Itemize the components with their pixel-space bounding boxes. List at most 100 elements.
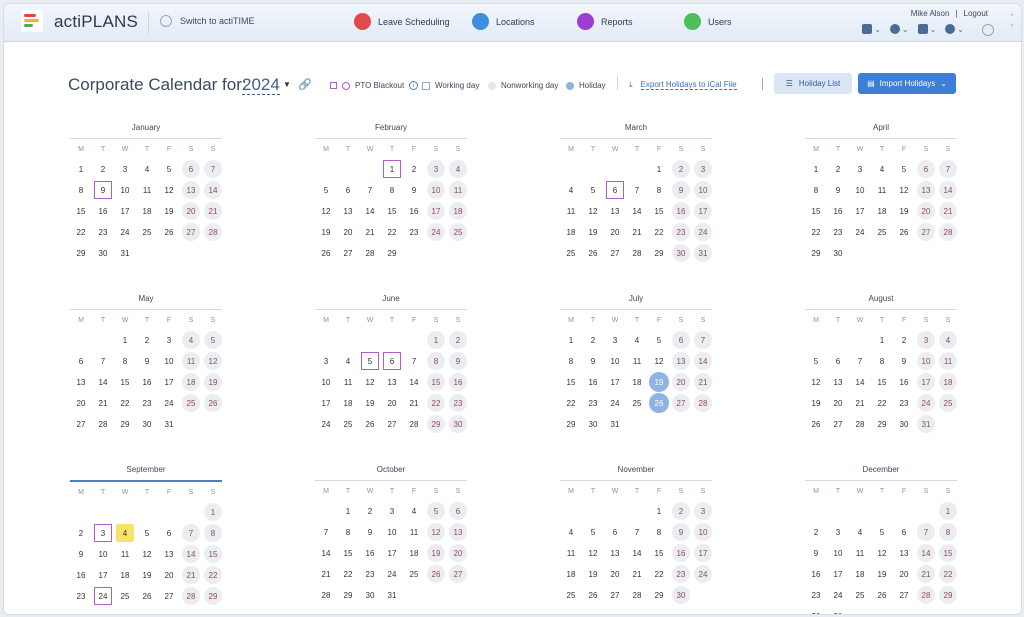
day-cell[interactable]: 8 (648, 522, 670, 543)
day-cell[interactable]: 28 (92, 414, 114, 435)
day-cell[interactable]: 6 (158, 523, 180, 544)
day-cell[interactable]: 10 (692, 180, 714, 201)
day-cell[interactable]: 4 (114, 523, 136, 544)
day-cell[interactable]: 25 (136, 222, 158, 243)
day-cell[interactable]: 15 (70, 201, 92, 222)
day-cell[interactable]: 24 (692, 564, 714, 585)
day-cell[interactable]: 23 (403, 222, 425, 243)
day-cell[interactable]: 14 (626, 543, 648, 564)
day-cell[interactable]: 18 (114, 565, 136, 586)
day-cell[interactable]: 27 (915, 222, 937, 243)
day-cell[interactable]: 17 (158, 372, 180, 393)
day-cell[interactable]: 12 (202, 351, 224, 372)
day-cell[interactable]: 10 (604, 351, 626, 372)
calendar-menu-icon[interactable]: ⌄ (862, 24, 881, 34)
day-cell[interactable]: 19 (582, 564, 604, 585)
day-cell[interactable]: 15 (425, 372, 447, 393)
day-cell[interactable]: 17 (604, 372, 626, 393)
help-icon[interactable]: ⌄ (945, 24, 964, 34)
day-cell[interactable]: 17 (915, 372, 937, 393)
scroll-arrows-icon[interactable]: ⌃ ⌄ (1009, 14, 1015, 28)
day-cell[interactable]: 27 (381, 414, 403, 435)
day-cell[interactable]: 8 (805, 180, 827, 201)
day-cell[interactable]: 23 (582, 393, 604, 414)
day-cell[interactable]: 10 (315, 372, 337, 393)
day-cell[interactable]: 9 (827, 180, 849, 201)
day-cell[interactable]: 12 (893, 180, 915, 201)
day-cell[interactable]: 22 (425, 393, 447, 414)
day-cell[interactable]: 24 (827, 585, 849, 606)
day-cell[interactable]: 2 (582, 330, 604, 351)
day-cell[interactable]: 17 (425, 201, 447, 222)
day-cell[interactable]: 19 (315, 222, 337, 243)
day-cell[interactable]: 11 (337, 372, 359, 393)
day-cell[interactable]: 18 (447, 201, 469, 222)
day-cell[interactable]: 6 (604, 180, 626, 201)
day-cell[interactable]: 12 (805, 372, 827, 393)
day-cell[interactable]: 14 (180, 544, 202, 565)
day-cell[interactable]: 8 (425, 351, 447, 372)
day-cell[interactable]: 30 (582, 414, 604, 435)
day-cell[interactable]: 19 (805, 393, 827, 414)
day-cell[interactable]: 17 (827, 564, 849, 585)
day-cell[interactable]: 10 (92, 544, 114, 565)
day-cell[interactable]: 21 (315, 564, 337, 585)
day-cell[interactable]: 5 (359, 351, 381, 372)
day-cell[interactable]: 19 (893, 201, 915, 222)
day-cell[interactable]: 18 (560, 564, 582, 585)
day-cell[interactable]: 25 (403, 564, 425, 585)
day-cell[interactable]: 29 (337, 585, 359, 606)
day-cell[interactable]: 22 (937, 564, 959, 585)
day-cell[interactable]: 31 (827, 606, 849, 614)
day-cell[interactable]: 5 (893, 159, 915, 180)
day-cell[interactable]: 30 (670, 585, 692, 606)
day-cell[interactable]: 7 (180, 523, 202, 544)
day-cell[interactable]: 19 (582, 222, 604, 243)
plugins-icon[interactable]: ⌄ (917, 24, 936, 34)
day-cell[interactable]: 20 (604, 564, 626, 585)
day-cell[interactable]: 15 (114, 372, 136, 393)
day-cell[interactable]: 9 (92, 180, 114, 201)
day-cell[interactable]: 13 (893, 543, 915, 564)
day-cell[interactable]: 4 (403, 501, 425, 522)
day-cell[interactable]: 7 (359, 180, 381, 201)
day-cell[interactable]: 9 (670, 180, 692, 201)
day-cell[interactable]: 11 (937, 351, 959, 372)
brand-name[interactable]: actiPLANS (54, 12, 138, 32)
day-cell[interactable]: 5 (158, 159, 180, 180)
day-cell[interactable]: 8 (70, 180, 92, 201)
day-cell[interactable]: 16 (70, 565, 92, 586)
day-cell[interactable]: 6 (337, 180, 359, 201)
day-cell[interactable]: 29 (560, 414, 582, 435)
day-cell[interactable]: 1 (805, 159, 827, 180)
day-cell[interactable]: 19 (136, 565, 158, 586)
year-selector[interactable]: 2024 (242, 75, 280, 95)
day-cell[interactable]: 18 (337, 393, 359, 414)
day-cell[interactable]: 20 (893, 564, 915, 585)
day-cell[interactable]: 10 (425, 180, 447, 201)
day-cell[interactable]: 31 (158, 414, 180, 435)
day-cell[interactable]: 31 (604, 414, 626, 435)
day-cell[interactable]: 12 (582, 543, 604, 564)
day-cell[interactable]: 4 (136, 159, 158, 180)
day-cell[interactable]: 17 (92, 565, 114, 586)
day-cell[interactable]: 29 (70, 243, 92, 264)
day-cell[interactable]: 13 (604, 543, 626, 564)
day-cell[interactable]: 20 (180, 201, 202, 222)
day-cell[interactable]: 27 (447, 564, 469, 585)
day-cell[interactable]: 1 (114, 330, 136, 351)
day-cell[interactable]: 23 (136, 393, 158, 414)
day-cell[interactable]: 4 (626, 330, 648, 351)
nav-reports[interactable]: Reports (577, 13, 633, 30)
day-cell[interactable]: 11 (871, 180, 893, 201)
day-cell[interactable]: 29 (425, 414, 447, 435)
day-cell[interactable]: 10 (114, 180, 136, 201)
day-cell[interactable]: 27 (827, 414, 849, 435)
day-cell[interactable]: 13 (158, 544, 180, 565)
day-cell[interactable]: 13 (70, 372, 92, 393)
day-cell[interactable]: 11 (849, 543, 871, 564)
chevron-down-icon[interactable]: ▼ (283, 80, 291, 89)
day-cell[interactable]: 22 (381, 222, 403, 243)
day-cell[interactable]: 8 (648, 180, 670, 201)
day-cell[interactable]: 16 (805, 564, 827, 585)
